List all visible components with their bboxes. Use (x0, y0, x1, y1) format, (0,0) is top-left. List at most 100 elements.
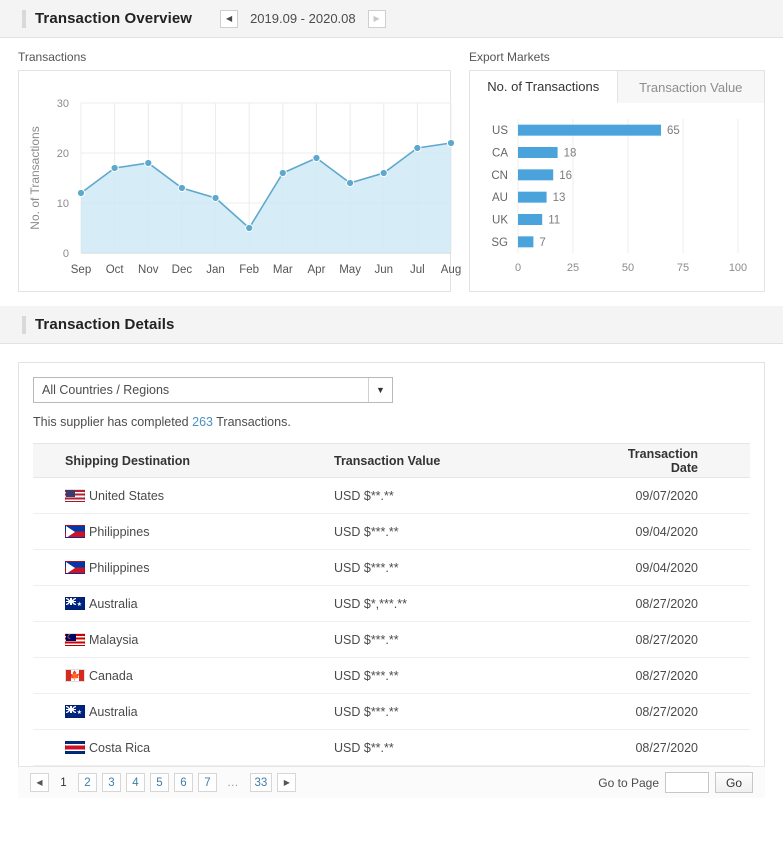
cell-transaction-date: 08/27/2020 (613, 693, 750, 730)
country-region-select[interactable]: All Countries / Regions ▼ (33, 377, 393, 403)
details-section-bar: Transaction Details (0, 306, 783, 344)
svg-text:25: 25 (567, 262, 579, 274)
cell-shipping-destination: Australia (33, 585, 333, 622)
svg-text:Sep: Sep (71, 264, 91, 276)
transactions-area-chart: 0 10 20 30 Sep Oct Nov Dec Jan Feb Mar Apr May Jun Jul… (28, 98, 461, 276)
column-transaction-date: Transaction Date (613, 443, 750, 478)
column-shipping-destination: Shipping Destination (33, 443, 333, 478)
svg-text:Oct: Oct (106, 264, 125, 276)
destination-label: Australia (89, 596, 138, 611)
export-markets-bar-chart: 0 25 50 75 100 US 65 CA 18 CN 16 AU 13 UK 11 SG 7 (491, 119, 747, 274)
cell-shipping-destination: Philippines (33, 513, 333, 550)
maple-leaf-icon: 🍁 (69, 670, 81, 680)
pagination-page-2[interactable]: 2 (78, 773, 97, 792)
country-region-value: All Countries / Regions (42, 383, 170, 397)
svg-text:7: 7 (539, 237, 545, 249)
flag-icon-ph (65, 525, 85, 538)
tab-transaction-value[interactable]: Transaction Value (617, 71, 764, 103)
chevron-down-icon[interactable]: ▼ (368, 378, 392, 402)
table-row: United States USD $**.** 09/07/2020 (33, 477, 750, 514)
flag-icon-us (65, 489, 85, 502)
cell-transaction-date: 08/27/2020 (613, 585, 750, 622)
svg-text:10: 10 (57, 198, 69, 210)
charts-row: Transactions 0 10 20 30 Sep Oct Nov Dec Jan Feb Ma… (0, 38, 783, 292)
flag-icon-my (65, 633, 85, 646)
cell-transaction-value: USD $***.** (333, 549, 613, 586)
svg-text:UK: UK (492, 215, 508, 227)
page-title: Transaction Overview (35, 10, 193, 27)
svg-text:Apr: Apr (308, 264, 326, 276)
svg-text:Jun: Jun (374, 264, 393, 276)
export-markets-box: No. of Transactions Transaction Value 0 2… (469, 70, 765, 292)
cell-transaction-value: USD $***.** (333, 621, 613, 658)
prev-period-button[interactable]: ◀ (220, 9, 239, 28)
export-markets-column: Export Markets No. of Transactions Trans… (469, 50, 765, 292)
pagination-prev-button[interactable]: ◀ (30, 773, 49, 792)
cell-shipping-destination: Philippines (33, 549, 333, 586)
svg-text:May: May (339, 264, 361, 276)
date-range-label: 2019.09 - 2020.08 (250, 11, 356, 26)
flag-icon-au (65, 705, 85, 718)
pagination-page-1[interactable]: 1 (54, 773, 73, 792)
cell-shipping-destination: Costa Rica (33, 729, 333, 766)
destination-label: Malaysia (89, 632, 139, 647)
goto-page-input[interactable] (665, 772, 709, 793)
cell-transaction-value: USD $***.** (333, 513, 613, 550)
pagination-page-3[interactable]: 3 (102, 773, 121, 792)
cell-shipping-destination: United States (33, 477, 333, 514)
tab-no-of-transactions[interactable]: No. of Transactions (470, 71, 618, 103)
cell-shipping-destination: Malaysia (33, 621, 333, 658)
next-period-button[interactable]: ▶ (367, 9, 386, 28)
transaction-overview-header: Transaction Overview ◀ 2019.09 - 2020.08… (0, 0, 783, 38)
svg-text:Feb: Feb (239, 264, 259, 276)
table-header-row: Shipping Destination Transaction Value T… (33, 443, 750, 478)
pagination-page-4[interactable]: 4 (126, 773, 145, 792)
pagination-page-5[interactable]: 5 (150, 773, 169, 792)
svg-text:50: 50 (622, 262, 634, 274)
pagination-page-7[interactable]: 7 (198, 773, 217, 792)
svg-text:0: 0 (63, 248, 69, 260)
column-transaction-value: Transaction Value (333, 443, 613, 478)
go-button[interactable]: Go (715, 772, 753, 793)
destination-label: United States (89, 488, 165, 503)
details-accent-bar (22, 315, 26, 334)
svg-text:Nov: Nov (138, 264, 159, 276)
svg-text:65: 65 (667, 125, 680, 137)
cell-transaction-value: USD $**.** (333, 729, 613, 766)
pagination-ellipsis[interactable]: … (222, 773, 245, 792)
svg-text:SG: SG (491, 237, 508, 249)
svg-text:30: 30 (57, 98, 69, 110)
cell-shipping-destination: 🍁 Canada (33, 657, 333, 694)
pagination-page-33[interactable]: 33 (249, 773, 273, 792)
svg-text:CN: CN (491, 170, 508, 182)
destination-label: Canada (89, 668, 133, 683)
destination-label: Philippines (89, 524, 150, 539)
svg-text:18: 18 (564, 148, 577, 160)
details-title: Transaction Details (35, 316, 175, 333)
cell-transaction-value: USD $***.** (333, 657, 613, 694)
pagination-page-6[interactable]: 6 (174, 773, 193, 792)
transactions-table-head: Shipping Destination Transaction Value T… (33, 443, 750, 478)
flag-icon-cr (65, 741, 85, 754)
transactions-table: Shipping Destination Transaction Value T… (33, 443, 750, 766)
transactions-chart-caption: Transactions (18, 50, 87, 64)
table-row: Philippines USD $***.** 09/04/2020 (33, 549, 750, 586)
supplier-summary-suffix: Transactions. (216, 415, 291, 429)
flag-icon-ca: 🍁 (65, 669, 85, 682)
cell-transaction-value: USD $**.** (333, 477, 613, 514)
export-markets-caption: Export Markets (469, 50, 550, 64)
cell-transaction-date: 08/27/2020 (613, 657, 750, 694)
section-accent-bar (22, 9, 26, 28)
svg-text:16: 16 (559, 170, 572, 182)
svg-text:Dec: Dec (172, 264, 193, 276)
table-row: Philippines USD $***.** 09/04/2020 (33, 513, 750, 550)
pagination-next-button[interactable]: ▶ (277, 773, 297, 792)
transactions-chart-column: Transactions 0 10 20 30 Sep Oct Nov Dec Jan Feb Ma… (18, 50, 461, 292)
transaction-details-header: Transaction Details (0, 306, 783, 344)
table-row: Australia USD $***.**08/27/2020 (33, 693, 750, 730)
cell-transaction-date: 09/04/2020 (613, 513, 750, 550)
cell-transaction-value: USD $*,***.** (333, 585, 613, 622)
svg-text:Jan: Jan (206, 264, 225, 276)
flag-icon-au (65, 597, 85, 610)
export-markets-tabs: No. of Transactions Transaction Value (470, 71, 764, 103)
